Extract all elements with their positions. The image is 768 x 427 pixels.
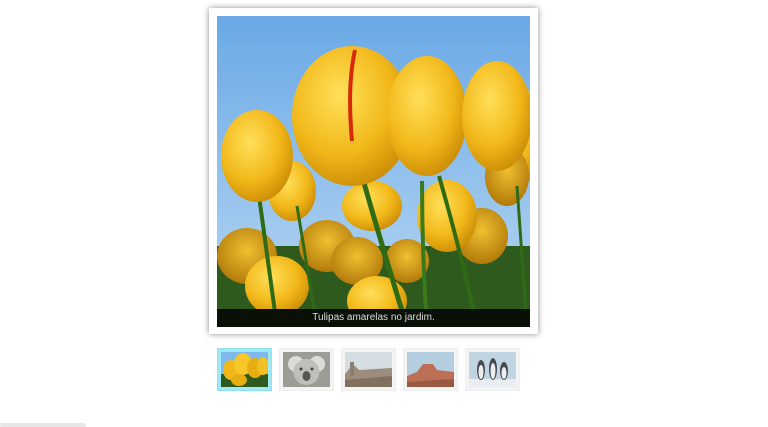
photo-caption: Tulipas amarelas no jardim. — [217, 309, 530, 327]
horizontal-scrollbar[interactable] — [0, 423, 86, 427]
thumbnail-desert[interactable] — [341, 348, 396, 391]
thumbnail-tulips[interactable] — [217, 348, 272, 391]
desert-thumbnail-image — [345, 352, 392, 387]
penguins-thumbnail-image — [469, 352, 516, 387]
main-photo[interactable]: Tulipas amarelas no jardim. — [217, 16, 530, 327]
canyon-thumbnail-image — [407, 352, 454, 387]
tulips-image — [217, 16, 530, 327]
koala-thumbnail-image — [283, 352, 330, 387]
thumbnail-strip — [217, 348, 520, 391]
thumbnail-koala[interactable] — [279, 348, 334, 391]
thumbnail-penguins[interactable] — [465, 348, 520, 391]
image-viewer-frame: Tulipas amarelas no jardim. — [209, 8, 538, 334]
thumbnail-canyon[interactable] — [403, 348, 458, 391]
tulips-thumbnail-image — [221, 352, 268, 387]
